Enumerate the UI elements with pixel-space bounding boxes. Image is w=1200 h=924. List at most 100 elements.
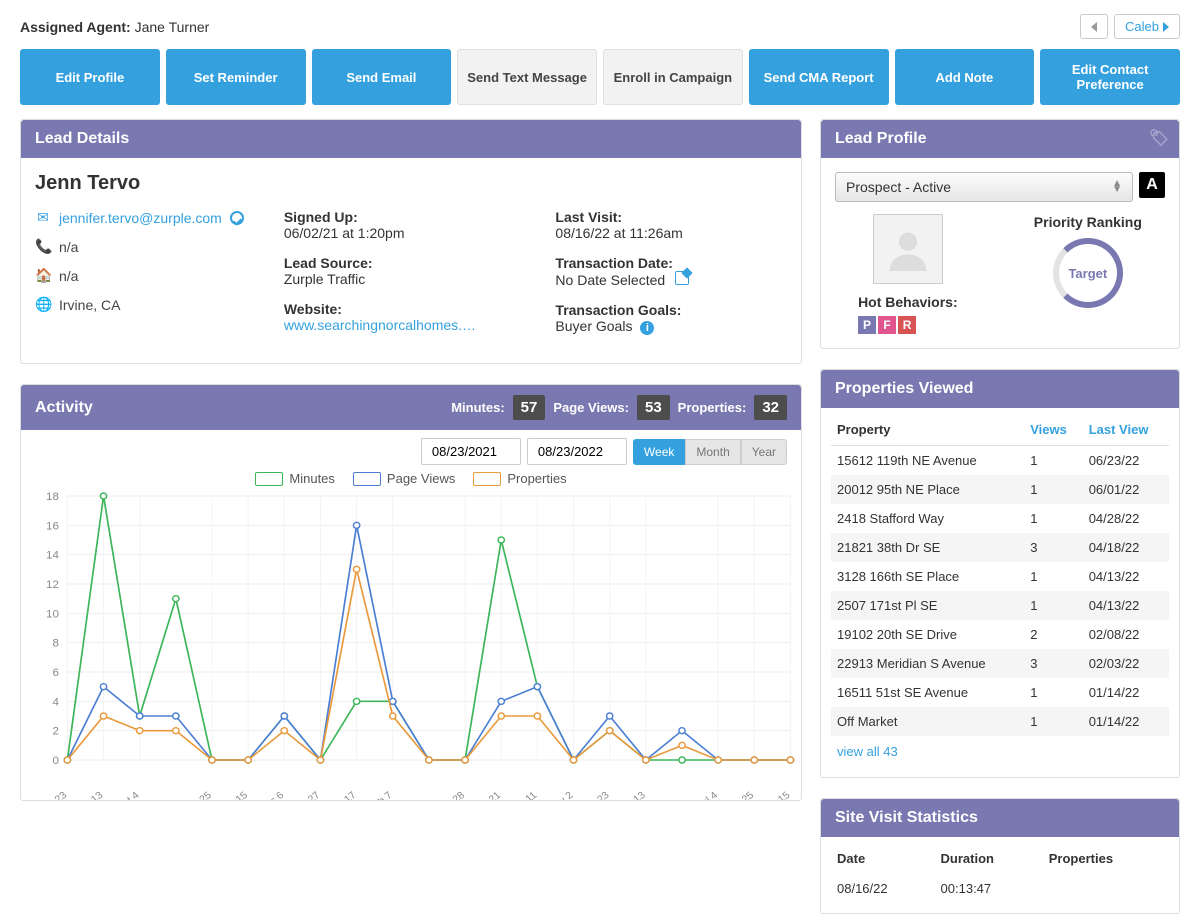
stat-properties-label: Properties: (678, 400, 747, 415)
svg-text:4: 4 (52, 697, 58, 709)
assigned-agent-name: Jane Turner (135, 19, 210, 35)
table-row[interactable]: Off Market101/14/22 (831, 707, 1169, 736)
hot-behaviors-label: Hot Behaviors: (858, 294, 958, 310)
sv-col-date: Date (831, 843, 935, 874)
lead-email-link[interactable]: jennifer.tervo@zurple.com (59, 210, 222, 226)
chevron-right-icon (1163, 22, 1169, 32)
trans-date-value: No Date Selected (555, 272, 665, 288)
svg-text:18: 18 (46, 491, 59, 503)
action-add-note[interactable]: Add Note (895, 49, 1035, 105)
properties-viewed-header: Properties Viewed (821, 370, 1179, 408)
website-label: Website: (284, 301, 516, 317)
info-icon[interactable]: i (640, 321, 654, 335)
table-row[interactable]: 08/16/2200:13:47 (831, 874, 1169, 903)
sv-col-properties: Properties (1043, 843, 1169, 874)
activity-stats: Minutes: 57 Page Views: 53 Properties: 3… (451, 395, 787, 420)
legend-pageviews: Page Views (353, 471, 455, 486)
table-row[interactable]: 21821 38th Dr SE304/18/22 (831, 533, 1169, 562)
svg-text:Aug 23: Aug 23 (37, 790, 70, 800)
lead-profile-panel: Lead Profile 🏷 Prospect - Active ▲▼ A (820, 119, 1180, 349)
priority-value: Target (1068, 266, 1107, 281)
signed-up-value: 06/02/21 at 1:20pm (284, 225, 516, 241)
date-to-input[interactable] (527, 438, 627, 465)
pv-col-lastview[interactable]: Last View (1083, 414, 1169, 446)
legend-minutes: Minutes (255, 471, 335, 486)
trans-goals-label: Transaction Goals: (555, 302, 787, 318)
hot-tag-p: P (858, 316, 876, 334)
svg-text:Dec 6: Dec 6 (258, 790, 287, 800)
hot-tag-r: R (898, 316, 916, 334)
website-link[interactable]: www.searchingnorcalhomes.… (284, 317, 476, 333)
trans-goals-row: Buyer Goals i (555, 318, 787, 335)
svg-text:Oct 4: Oct 4 (115, 790, 142, 800)
lead-name: Jenn Tervo (35, 172, 787, 195)
stat-properties-value: 32 (754, 395, 787, 420)
date-from-input[interactable] (421, 438, 521, 465)
site-visit-header: Site Visit Statistics (821, 799, 1179, 837)
toggle-week[interactable]: Week (633, 439, 685, 465)
table-row[interactable]: 20012 95th NE Place106/01/22 (831, 475, 1169, 504)
svg-text:16: 16 (46, 521, 59, 533)
legend-properties: Properties (473, 471, 566, 486)
home-icon: 🏠 (35, 267, 51, 284)
next-lead-name: Caleb (1125, 19, 1159, 34)
trans-goals-value: Buyer Goals (555, 318, 632, 334)
table-row[interactable]: 2507 171st Pl SE104/13/22 (831, 591, 1169, 620)
pv-col-property: Property (831, 414, 1024, 446)
last-visit-label: Last Visit: (555, 209, 787, 225)
sv-col-duration: Duration (935, 843, 1043, 874)
lead-source-label: Lead Source: (284, 255, 516, 271)
activity-header: Activity (35, 399, 93, 417)
svg-text:Feb 7: Feb 7 (367, 790, 395, 800)
lead-profile-header: Lead Profile 🏷 (821, 120, 1179, 158)
svg-text:Sep 13: Sep 13 (73, 790, 106, 800)
svg-text:May 23: May 23 (578, 790, 612, 800)
properties-viewed-panel: Properties Viewed Property Views Last Vi… (820, 369, 1180, 778)
svg-text:0: 0 (52, 755, 58, 767)
globe-icon: 🌐 (35, 296, 51, 313)
lead-details-header: Lead Details (21, 120, 801, 158)
chevron-left-icon (1091, 22, 1097, 32)
action-edit-contact-preference[interactable]: Edit Contact Preference (1040, 49, 1180, 105)
action-send-cma-report[interactable]: Send CMA Report (749, 49, 889, 105)
table-row[interactable]: 2418 Stafford Way104/28/22 (831, 504, 1169, 533)
period-toggle: Week Month Year (633, 439, 787, 465)
svg-text:May 2: May 2 (546, 790, 575, 800)
prev-lead-button[interactable] (1080, 14, 1108, 39)
toggle-year[interactable]: Year (741, 439, 787, 465)
action-enroll-in-campaign[interactable]: Enroll in Campaign (603, 49, 743, 105)
svg-text:Jun 13: Jun 13 (616, 790, 648, 800)
view-all-link[interactable]: view all 43 (831, 736, 904, 767)
svg-text:Apr 11: Apr 11 (509, 790, 540, 800)
table-row[interactable]: 15612 119th NE Avenue106/23/22 (831, 446, 1169, 476)
lead-phone: n/a (59, 239, 78, 255)
next-lead-button[interactable]: Caleb (1114, 14, 1180, 39)
table-row[interactable]: 22913 Meridian S Avenue302/03/22 (831, 649, 1169, 678)
action-send-email[interactable]: Send Email (312, 49, 452, 105)
avatar (873, 214, 943, 284)
action-edit-profile[interactable]: Edit Profile (20, 49, 160, 105)
action-set-reminder[interactable]: Set Reminder (166, 49, 306, 105)
svg-text:Feb 28: Feb 28 (435, 790, 468, 800)
stat-pageviews-value: 53 (637, 395, 670, 420)
pv-col-views[interactable]: Views (1024, 414, 1082, 446)
status-value: Prospect - Active (846, 179, 951, 195)
action-send-text-message[interactable]: Send Text Message (457, 49, 597, 105)
email-icon: ✉ (35, 209, 51, 226)
svg-text:2: 2 (52, 726, 58, 738)
tag-icon: 🏷 (1149, 128, 1169, 148)
stat-minutes-label: Minutes: (451, 400, 504, 415)
lead-source-value: Zurple Traffic (284, 271, 516, 287)
table-row[interactable]: 16511 51st SE Avenue101/14/22 (831, 678, 1169, 707)
toggle-month[interactable]: Month (685, 439, 740, 465)
status-select[interactable]: Prospect - Active ▲▼ (835, 172, 1133, 202)
svg-text:Mar 21: Mar 21 (471, 790, 504, 800)
trans-date-row: No Date Selected (555, 271, 787, 288)
priority-label: Priority Ranking (1034, 214, 1142, 230)
edit-icon[interactable] (675, 271, 689, 285)
svg-text:Jul 4: Jul 4 (696, 790, 721, 800)
table-row[interactable]: 19102 20th SE Drive202/08/22 (831, 620, 1169, 649)
hot-tag-f: F (878, 316, 896, 334)
table-row[interactable]: 3128 166th SE Place104/13/22 (831, 562, 1169, 591)
svg-text:10: 10 (46, 609, 59, 621)
